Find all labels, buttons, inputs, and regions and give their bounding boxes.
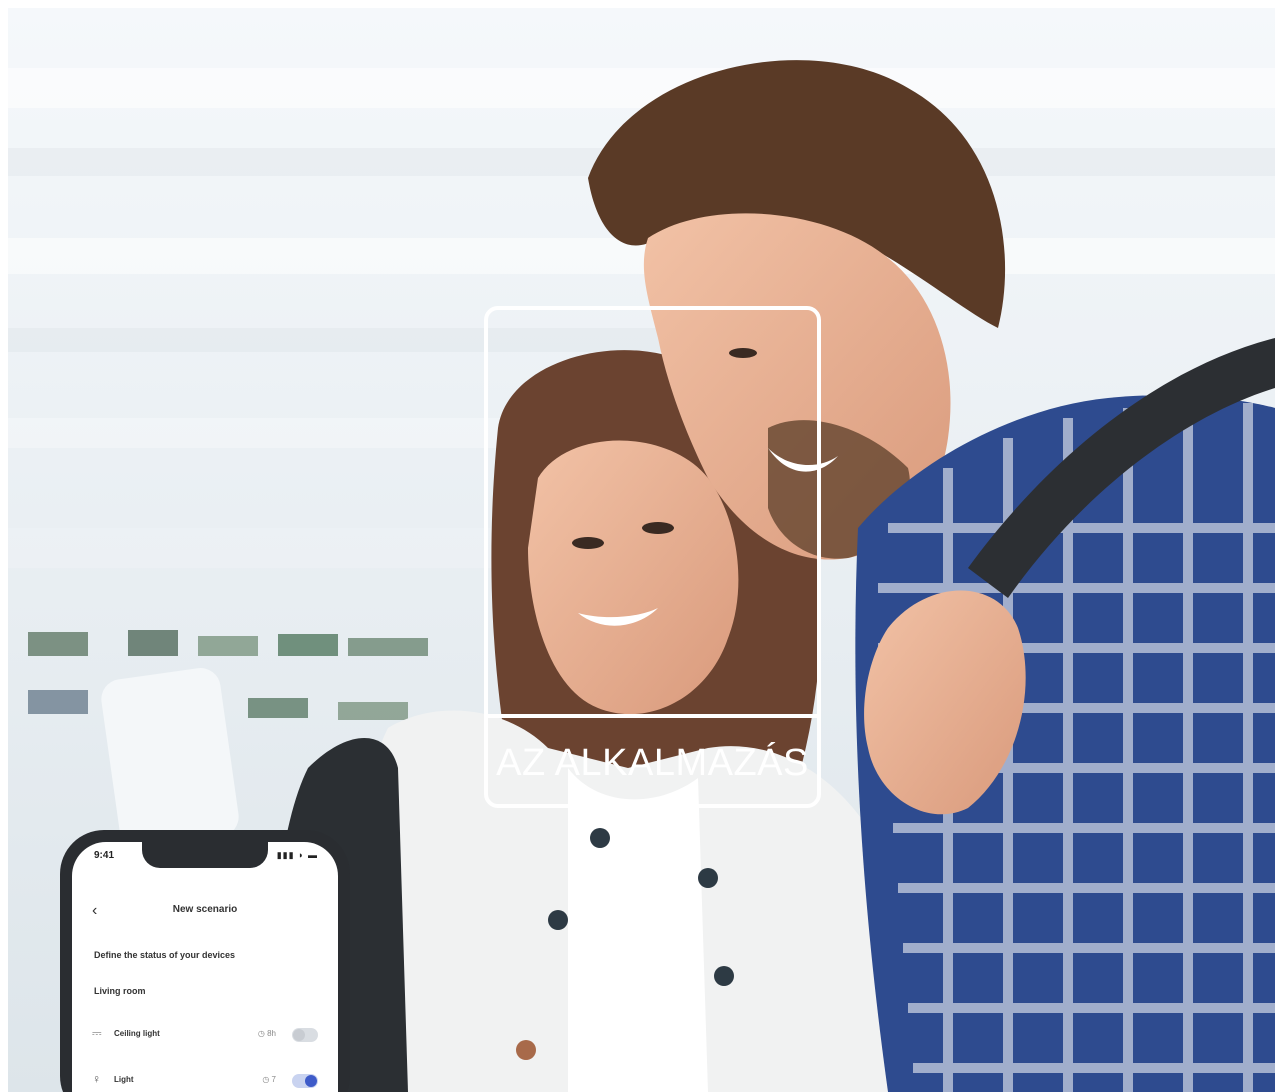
title-frame: AZ ALKALMAZÁS [484,306,821,808]
status-icons: ▮▮▮ ◗ ▬ [276,850,318,860]
device-row[interactable]: ⎓ Ceiling light ◷ 8h [92,1026,318,1044]
frame-divider [488,714,817,718]
frame-title: AZ ALKALMAZÁS [496,742,809,784]
device-name: Light [114,1075,134,1084]
status-time: 9:41 [94,850,115,861]
room-heading: Living room [94,986,146,996]
device-name: Ceiling light [114,1029,160,1038]
device-state: ◷ 7 [262,1075,276,1084]
device-toggle[interactable] [292,1074,318,1088]
device-toggle[interactable] [292,1028,318,1042]
phone-screen: 9:41 ▮▮▮ ◗ ▬ ‹ New scenario Define the s… [72,842,338,1092]
device-row[interactable]: ♀ Light ◷ 7 [92,1072,318,1090]
screen-title: New scenario [172,904,238,915]
photo-scene: AZ ALKALMAZÁS 9:41 ▮▮▮ ◗ ▬ ‹ New scenari… [8,8,1275,1092]
phone-mockup: 9:41 ▮▮▮ ◗ ▬ ‹ New scenario Define the s… [60,830,350,1092]
phone-notch [142,842,268,868]
ceiling-light-icon: ⎓ [92,1026,102,1040]
screen-subtitle: Define the status of your devices [94,950,236,960]
bulb-icon: ♀ [92,1072,101,1086]
device-state: ◷ 8h [257,1029,276,1038]
